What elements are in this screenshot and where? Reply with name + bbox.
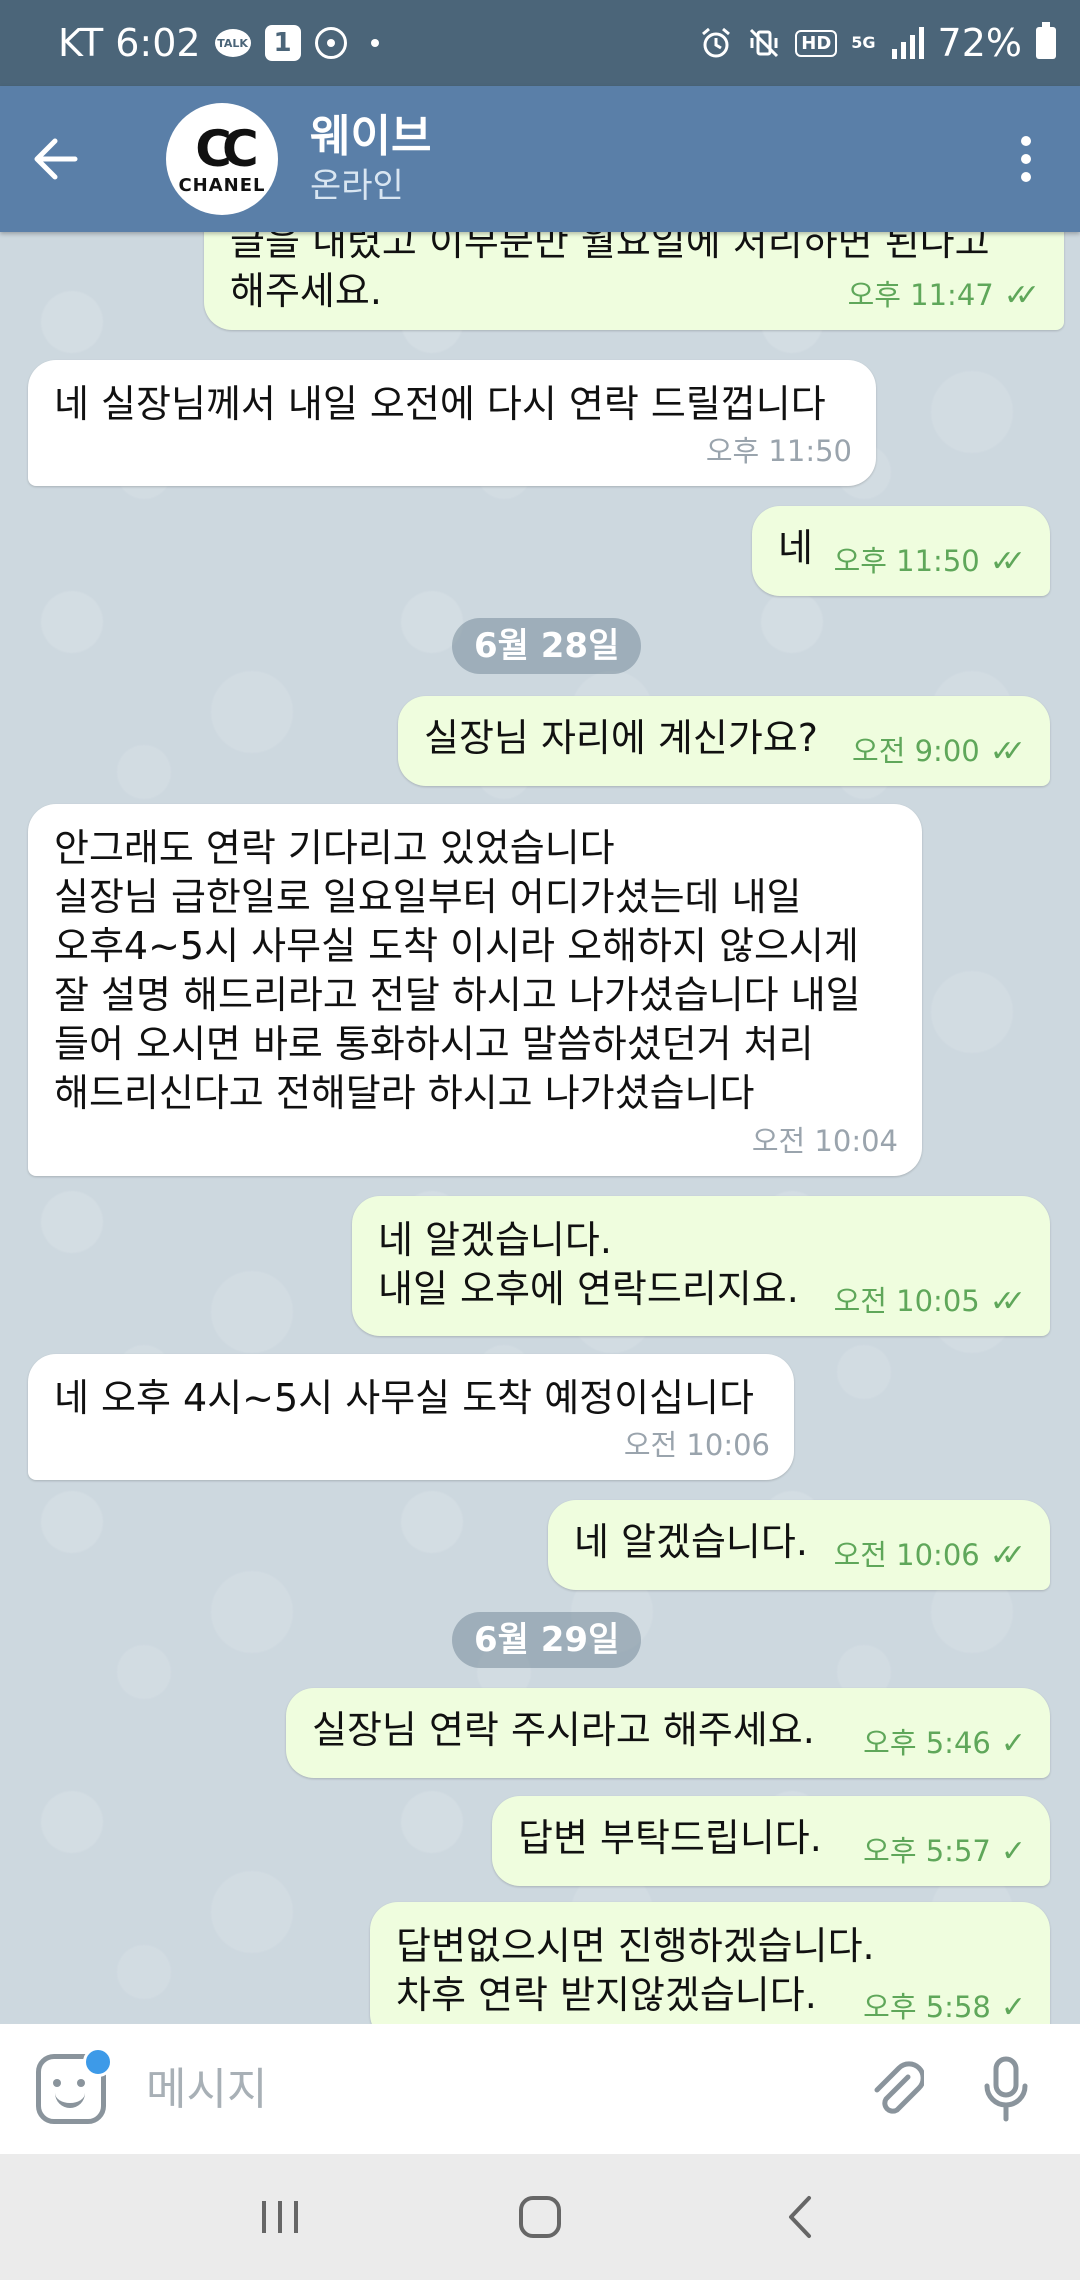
message-time: 오후 11:50 <box>833 544 980 578</box>
more-vertical-icon <box>1021 136 1031 146</box>
notification-count-badge: 1 <box>264 25 301 61</box>
message-input[interactable] <box>144 2062 856 2116</box>
back-button[interactable] <box>0 86 110 232</box>
message-time: 오후 11:50 <box>705 434 852 468</box>
message-time: 오전 10:06 <box>623 1428 770 1462</box>
double-check-icon: ✓✓ <box>989 1538 1026 1573</box>
date-separator: 6월 29일 <box>452 1612 642 1668</box>
single-check-icon: ✓ <box>1000 1834 1026 1869</box>
message-outgoing[interactable]: 네 알겠습니다. 내일 오후에 연락드리지요. 오전 10:05 ✓✓ <box>352 1196 1050 1336</box>
message-incoming[interactable]: 네 실장님께서 내일 오전에 다시 연락 드릴껍니다 오후 11:50 <box>28 360 876 486</box>
message-outgoing[interactable]: 네 오후 11:50 ✓✓ <box>752 506 1050 596</box>
message-time: 오전 10:06 <box>833 1538 980 1572</box>
recent-apps-button[interactable] <box>230 2167 330 2267</box>
date-separator: 6월 28일 <box>452 618 642 674</box>
recent-apps-icon <box>262 2201 298 2233</box>
status-bar: KT 6:02 TALK 1 HD 5G 72% <box>0 0 1080 86</box>
microphone-icon <box>984 2056 1028 2122</box>
home-button[interactable] <box>490 2167 590 2267</box>
alarm-icon <box>699 26 733 60</box>
hd-voice-icon: HD <box>795 29 838 57</box>
double-check-icon: ✓✓ <box>989 734 1026 769</box>
message-incoming[interactable]: 안그래도 연락 기다리고 있었습니다 실장님 급한일로 일요일부터 어디가셨는데… <box>28 804 922 1176</box>
message-time: 오후 5:57 <box>863 1834 991 1868</box>
message-time: 오전 9:00 <box>852 734 980 768</box>
more-notifications-dot-icon <box>370 39 379 47</box>
sticker-emoji-icon[interactable] <box>36 2047 113 2124</box>
message-time: 오후 5:58 <box>863 1990 991 2024</box>
kakaotalk-icon: TALK <box>214 29 251 57</box>
contact-name: 웨이브 <box>310 111 432 162</box>
attach-button[interactable] <box>856 2044 936 2134</box>
contact-info[interactable]: 웨이브 온라인 <box>310 110 986 208</box>
signal-strength-icon <box>890 27 924 59</box>
soccer-ball-icon <box>314 27 347 59</box>
message-outgoing[interactable]: 네 알겠습니다. 오전 10:06 ✓✓ <box>548 1500 1050 1590</box>
carrier-time: KT 6:02 <box>58 21 201 65</box>
double-check-icon: ✓✓ <box>1003 278 1040 313</box>
message-incoming[interactable]: 네 오후 4시~5시 사무실 도착 예정이십니다 오전 10:06 <box>28 1354 794 1480</box>
new-stickers-dot <box>83 2047 113 2077</box>
message-outgoing[interactable]: 실장님 연락 주시라고 해주세요. 오후 5:46 ✓ <box>286 1688 1050 1778</box>
nav-back-icon <box>789 2196 811 2238</box>
single-check-icon: ✓ <box>1000 1990 1026 2024</box>
message-outgoing[interactable]: 답변 부탁드립니다. 오후 5:57 ✓ <box>492 1796 1050 1886</box>
message-time: 오전 10:04 <box>751 1124 898 1158</box>
more-options-button[interactable] <box>986 86 1066 232</box>
home-icon <box>519 2196 561 2238</box>
chat-header: CC CHANEL 웨이브 온라인 <box>0 86 1080 232</box>
single-check-icon: ✓ <box>1000 1726 1026 1761</box>
double-check-icon: ✓✓ <box>989 1284 1026 1319</box>
message-composer <box>0 2024 1080 2154</box>
message-time: 오전 10:05 <box>833 1284 980 1318</box>
avatar-brand-text: CHANEL <box>178 174 266 196</box>
voice-message-button[interactable] <box>966 2044 1046 2134</box>
vibrate-mute-icon <box>747 26 781 60</box>
message-list[interactable]: 글을 내렸고 이부분만 월요일에 처리하면 된다고 해주세요. 오후 11:47… <box>0 232 1080 2024</box>
message-time: 오후 11:47 <box>847 278 994 312</box>
message-outgoing[interactable]: 글을 내렸고 이부분만 월요일에 처리하면 된다고 해주세요. 오후 11:47… <box>204 232 1064 330</box>
battery-percent: 72% <box>937 21 1022 65</box>
nav-back-button[interactable] <box>750 2167 850 2267</box>
5g-network-icon: 5G <box>851 33 876 52</box>
message-outgoing[interactable]: 답변없으시면 진행하겠습니다. 차후 연락 받지않겠습니다. 오후 5:58 ✓ <box>370 1902 1050 2024</box>
paperclip-icon <box>874 2061 924 2114</box>
message-time: 오후 5:46 <box>863 1726 991 1760</box>
battery-icon <box>1036 22 1056 59</box>
message-outgoing[interactable]: 실장님 자리에 계신가요? 오전 9:00 ✓✓ <box>398 696 1050 786</box>
contact-avatar[interactable]: CC CHANEL <box>166 103 278 215</box>
contact-status: 온라인 <box>310 166 404 206</box>
arrow-left-icon <box>34 138 78 180</box>
system-navigation-bar <box>0 2154 1080 2280</box>
chanel-logo-icon: CC <box>195 119 258 178</box>
double-check-icon: ✓✓ <box>989 544 1026 579</box>
